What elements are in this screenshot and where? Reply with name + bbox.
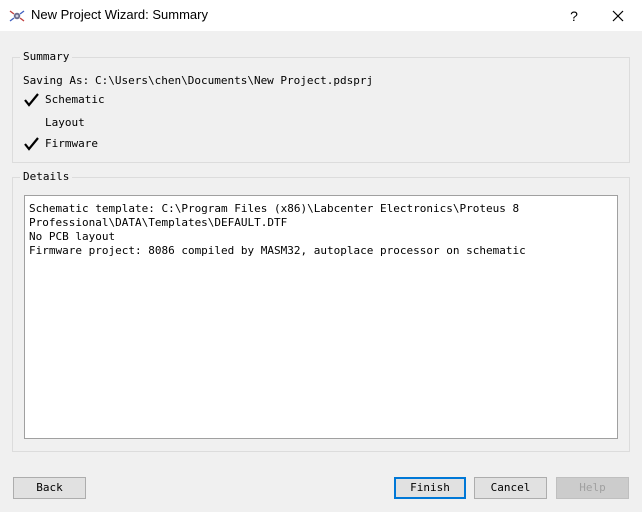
details-line: Professional\DATA\Templates\DEFAULT.DTF (29, 216, 288, 229)
summary-item-label: Layout (45, 116, 85, 129)
title-bar: New Project Wizard: Summary ? (0, 0, 642, 31)
details-line: No PCB layout (29, 230, 116, 243)
details-group-label: Details (20, 170, 73, 183)
details-text-area[interactable]: Schematic template: C:\Program Files (x8… (24, 195, 618, 439)
app-icon (9, 10, 25, 22)
close-icon[interactable] (604, 4, 632, 28)
finish-button[interactable]: Finish (394, 477, 466, 499)
summary-item-label: Schematic (45, 93, 105, 106)
saving-as-path: C:\Users\chen\Documents\New Project.pdsp… (95, 74, 374, 87)
window-title: New Project Wizard: Summary (31, 7, 208, 22)
summary-item-label: Firmware (45, 137, 98, 150)
back-button[interactable]: Back (13, 477, 86, 499)
saving-as-label: Saving As: (23, 74, 90, 87)
checkmark-icon (24, 137, 39, 151)
details-line: Firmware project: 8086 compiled by MASM3… (29, 244, 526, 257)
help-button[interactable]: Help (556, 477, 629, 499)
cancel-button[interactable]: Cancel (474, 477, 547, 499)
details-line: Schematic template: C:\Program Files (x8… (29, 202, 520, 215)
summary-group (12, 57, 630, 163)
summary-group-label: Summary (20, 50, 73, 63)
help-title-button[interactable]: ? (562, 4, 586, 28)
checkmark-icon (24, 93, 39, 107)
